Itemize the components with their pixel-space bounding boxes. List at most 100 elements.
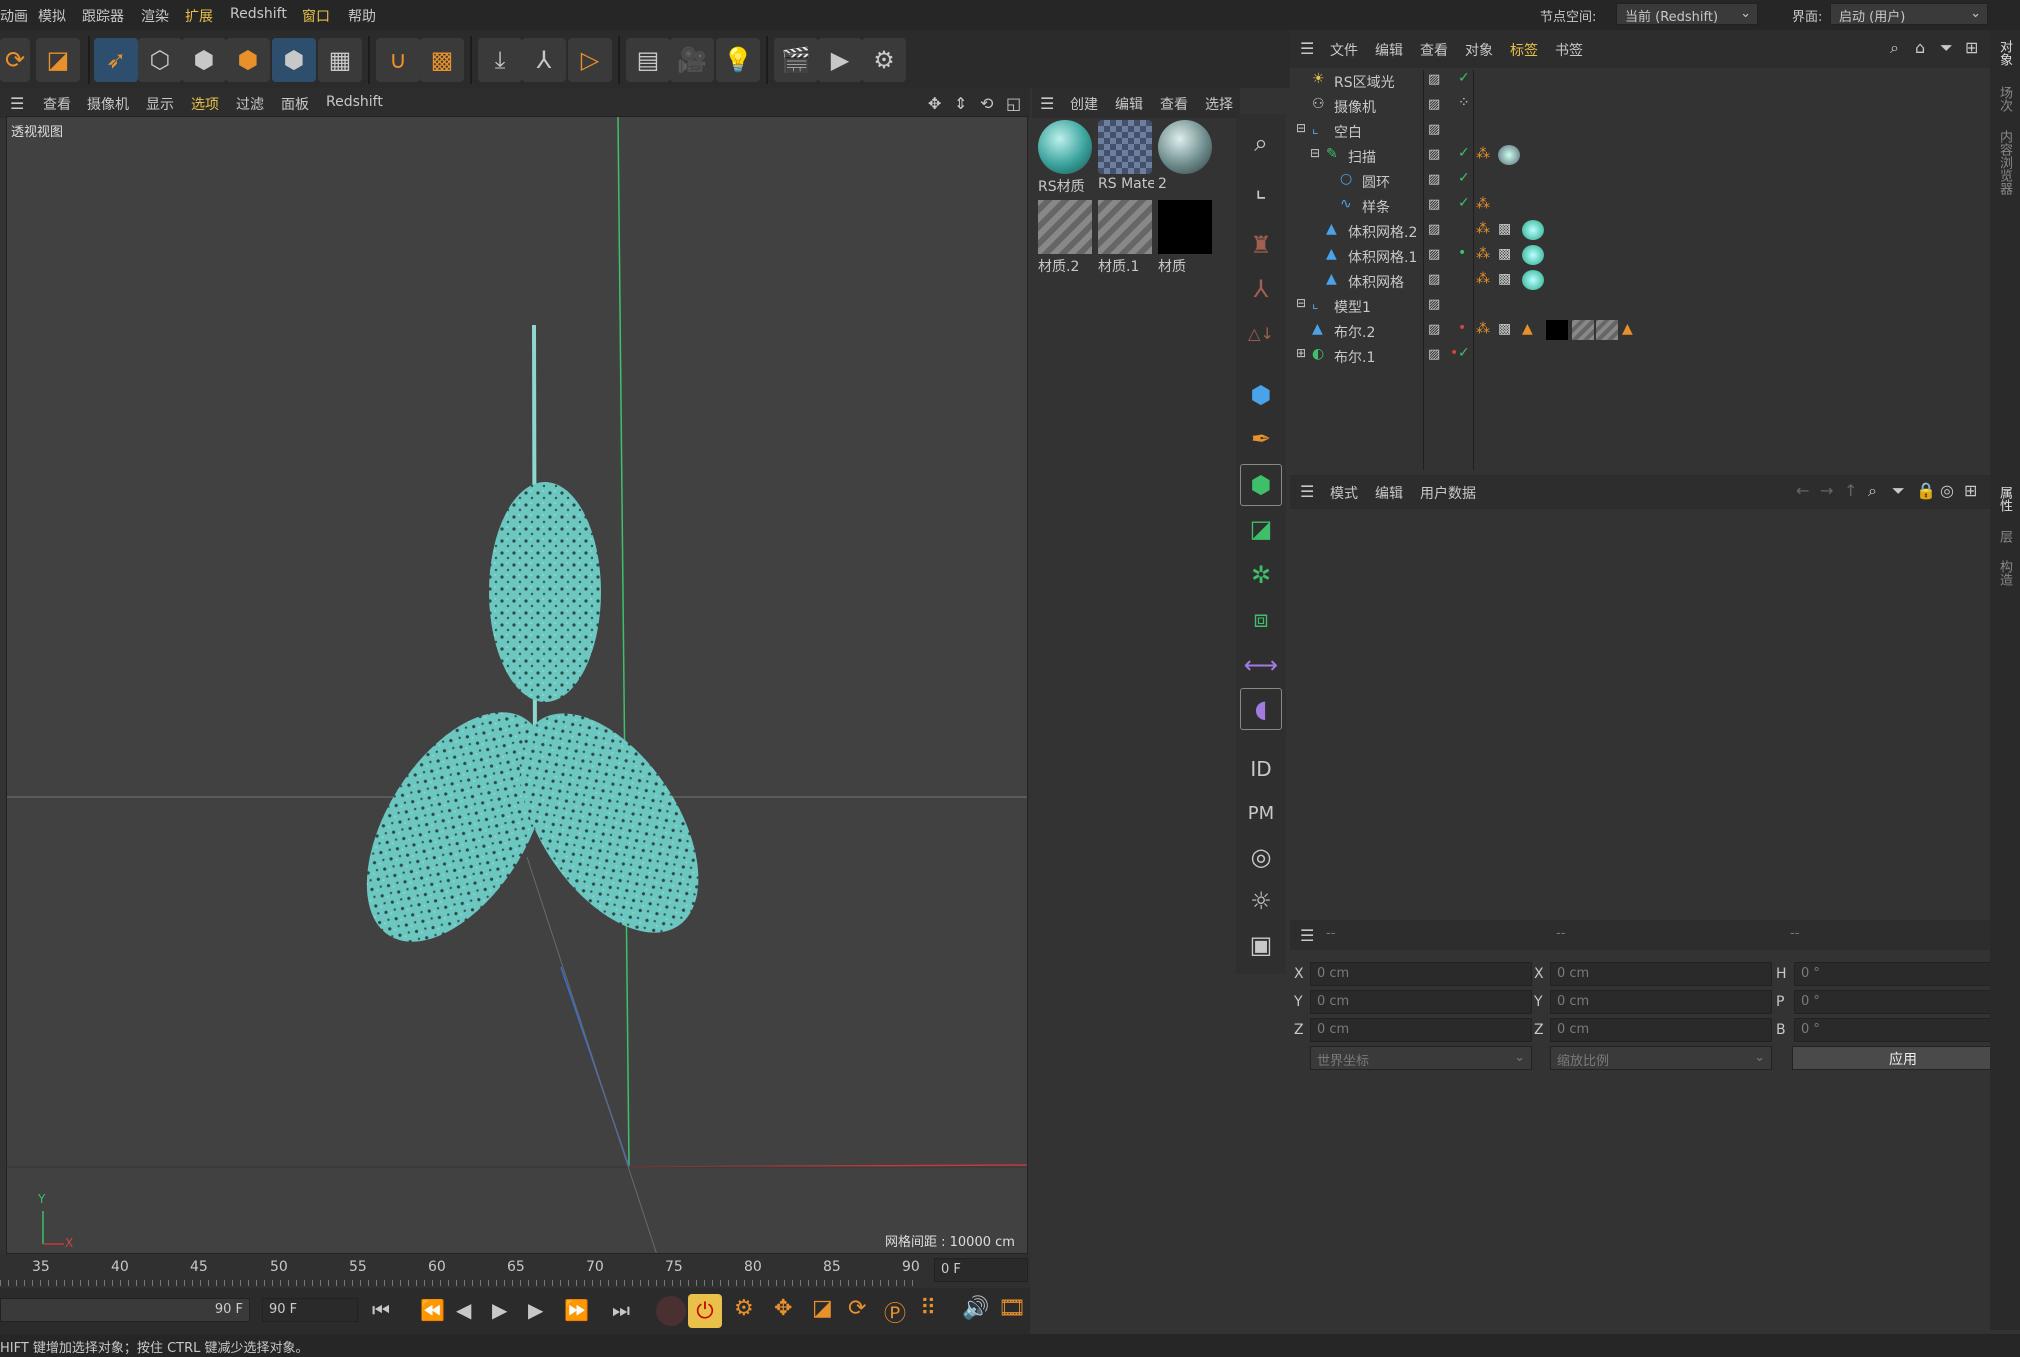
maximize-view-icon[interactable]: ◱: [1006, 94, 1021, 113]
magnet-icon[interactable]: ∪: [376, 38, 420, 82]
material-menu-create[interactable]: 创建: [1070, 94, 1098, 114]
environment-icon[interactable]: ◎: [1240, 836, 1282, 878]
viewport-menu-filter[interactable]: 过滤: [236, 94, 264, 114]
tab-objects[interactable]: 对象: [1995, 40, 2014, 66]
material-swatch[interactable]: 材质.2: [1036, 198, 1094, 278]
object-menu-tags[interactable]: 标签: [1510, 40, 1538, 60]
dot-green-icon[interactable]: •: [1458, 245, 1466, 261]
filter-icon[interactable]: ⏷: [1940, 38, 1953, 58]
phong-tag-icon[interactable]: ⁂: [1476, 271, 1490, 287]
menu-simulate[interactable]: 模拟: [38, 6, 66, 26]
check-icon[interactable]: ✓: [1458, 170, 1470, 186]
menu-animate[interactable]: 动画: [0, 6, 28, 26]
material-swatch[interactable]: 材质.1: [1096, 198, 1154, 278]
coordinate-space-select[interactable]: 世界坐标 ⌄: [1310, 1046, 1532, 1070]
edit-toggle-icon[interactable]: ▨: [1428, 172, 1440, 187]
new-window-icon[interactable]: ⊞: [1965, 38, 1978, 57]
check-icon[interactable]: ✓: [1458, 195, 1470, 211]
material-tag-icon[interactable]: [1522, 245, 1544, 265]
dot-red-icon[interactable]: •: [1458, 320, 1466, 336]
film-icon[interactable]: 🎞: [998, 1296, 1026, 1321]
warning-tag-icon[interactable]: ▲: [1622, 321, 1633, 337]
edit-toggle-icon[interactable]: ▨: [1428, 72, 1440, 87]
menu-help[interactable]: 帮助: [348, 6, 376, 26]
checker-tag-icon[interactable]: ▩: [1498, 321, 1511, 337]
floor-icon[interactable]: ▤: [626, 38, 670, 82]
search-icon[interactable]: ⌕: [1868, 481, 1877, 501]
model-mode-icon[interactable]: ⬢: [272, 38, 316, 82]
auto-key-icon[interactable]: ⏻: [688, 1294, 722, 1328]
play-icon[interactable]: ▶: [492, 1298, 507, 1322]
aov-icon[interactable]: ▣: [1240, 924, 1282, 966]
lock-icon[interactable]: 🔒: [1916, 481, 1936, 500]
checker-tag-icon[interactable]: ▩: [1498, 221, 1511, 237]
edit-toggle-icon[interactable]: ▨: [1428, 247, 1440, 262]
viewport-menu-redshift[interactable]: Redshift: [326, 94, 383, 110]
filter-icon[interactable]: ⏷: [1892, 481, 1905, 501]
scale-mode-select[interactable]: 缩放比例 ⌄: [1550, 1046, 1772, 1070]
hamburger-icon[interactable]: ☰: [1300, 482, 1314, 501]
drop-to-floor-icon[interactable]: ⤓: [478, 38, 522, 82]
tab-structure[interactable]: 构造: [1995, 560, 2014, 586]
ik-icon[interactable]: △↓: [1240, 312, 1282, 354]
light-icon[interactable]: 💡: [716, 38, 760, 82]
hamburger-icon[interactable]: ☰: [1040, 94, 1054, 113]
subdivision-icon[interactable]: ⬢: [1240, 464, 1282, 506]
points-mode-icon[interactable]: ⬡: [138, 38, 182, 82]
menu-redshift[interactable]: Redshift: [230, 6, 287, 22]
object-row[interactable]: ▲ 体积网格.1 ▨ • ⁂ ▩: [1290, 243, 1990, 268]
material-swatch[interactable]: RS Mate: [1096, 118, 1154, 198]
object-menu-file[interactable]: 文件: [1330, 40, 1358, 60]
tab-content-browser[interactable]: 内容浏览器: [1995, 130, 2014, 195]
cube-icon[interactable]: ⬢: [1240, 374, 1282, 416]
rotation-b-field[interactable]: 0 °: [1794, 1018, 2016, 1042]
frame-range-slider[interactable]: 90 F: [0, 1298, 250, 1322]
keyframe-settings-icon[interactable]: ⚙: [734, 1296, 754, 1321]
texture-mode-icon[interactable]: ▦: [318, 38, 362, 82]
pen-icon[interactable]: ✒: [1240, 418, 1282, 460]
tab-layers[interactable]: 层: [1995, 530, 2014, 543]
axis-icon[interactable]: ⅄: [522, 38, 566, 82]
go-to-end-icon[interactable]: ⏭: [612, 1298, 630, 1322]
back-arrow-icon[interactable]: ←: [1796, 481, 1809, 500]
mograph-icon[interactable]: ⧈: [1240, 598, 1282, 640]
object-row[interactable]: ▲ 布尔.2 ▨ • ⁂ ▩ ▲ ▲: [1290, 318, 1990, 343]
magnifier-icon[interactable]: ⌕: [1240, 122, 1282, 164]
attribute-menu-userdata[interactable]: 用户数据: [1420, 483, 1476, 503]
hamburger-icon[interactable]: ☰: [10, 94, 24, 113]
viewport-menu-panel[interactable]: 面板: [281, 94, 309, 114]
up-arrow-icon[interactable]: ↑: [1844, 481, 1857, 500]
object-menu-edit[interactable]: 编辑: [1375, 40, 1403, 60]
home-icon[interactable]: ⌂: [1915, 38, 1925, 57]
menu-extensions[interactable]: 扩展: [185, 6, 213, 26]
checker-tag-icon[interactable]: ▩: [1498, 246, 1511, 262]
check-icon[interactable]: ✓: [1458, 145, 1470, 161]
collapse-icon[interactable]: ⊞: [1296, 346, 1306, 360]
hamburger-icon[interactable]: ☰: [1300, 926, 1314, 945]
menu-render[interactable]: 渲染: [141, 6, 169, 26]
material-swatch[interactable]: RS材质: [1036, 118, 1094, 198]
current-frame-field[interactable]: 0 F: [934, 1258, 1028, 1282]
edit-toggle-icon[interactable]: ▨: [1428, 147, 1440, 162]
position-z-field[interactable]: 0 cm: [1310, 1018, 1532, 1042]
rotation-h-field[interactable]: 0 °: [1794, 962, 2016, 986]
object-row[interactable]: ⊟ ✎ 扫描 ▨ ✓ ⁂: [1290, 143, 1990, 168]
attribute-menu-edit[interactable]: 编辑: [1375, 483, 1403, 503]
render-region-icon[interactable]: 🎬: [774, 38, 818, 82]
camera-icon[interactable]: 🎥: [670, 38, 714, 82]
menu-tracker[interactable]: 跟踪器: [82, 6, 124, 26]
menu-window[interactable]: 窗口: [302, 6, 330, 26]
checker-tag-icon[interactable]: ▩: [1498, 271, 1511, 287]
key-position-icon[interactable]: ✥: [774, 1296, 792, 1321]
size-y-field[interactable]: 0 cm: [1550, 990, 1772, 1014]
size-z-field[interactable]: 0 cm: [1550, 1018, 1772, 1042]
new-window-icon[interactable]: ⊞: [1964, 481, 1977, 500]
next-key-icon[interactable]: ⏩: [564, 1298, 589, 1322]
extrude-icon[interactable]: ◪: [1240, 508, 1282, 550]
cloner-icon[interactable]: ✲: [1240, 554, 1282, 596]
material-tag-icon[interactable]: [1522, 270, 1544, 290]
edit-toggle-icon[interactable]: ▨: [1428, 97, 1440, 112]
end-frame-field[interactable]: 90 F: [262, 1298, 358, 1322]
material-tag-icon[interactable]: [1498, 145, 1520, 165]
edit-toggle-icon[interactable]: ▨: [1428, 222, 1440, 237]
